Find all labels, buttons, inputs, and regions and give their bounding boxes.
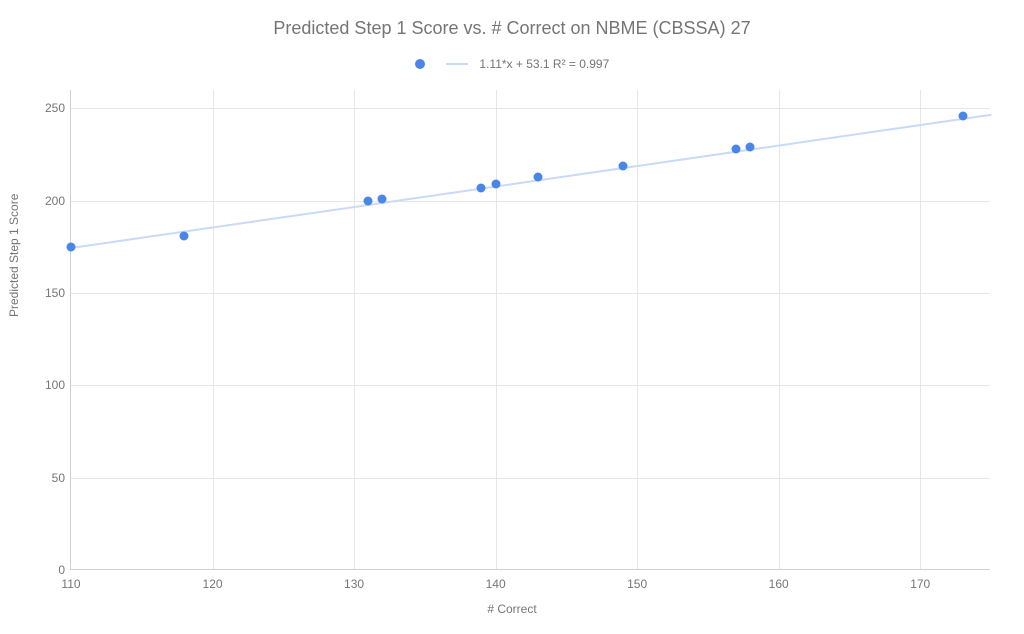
- gridline-h: [71, 293, 990, 294]
- x-tick-label: 150: [627, 577, 647, 591]
- x-tick-label: 120: [203, 577, 223, 591]
- gridline-v: [779, 90, 780, 569]
- x-tick-label: 130: [344, 577, 364, 591]
- data-point: [732, 145, 741, 154]
- gridline-v: [920, 90, 921, 569]
- x-tick-label: 160: [769, 577, 789, 591]
- trendline: [71, 113, 991, 248]
- y-tick-label: 50: [31, 471, 65, 485]
- data-point: [619, 161, 628, 170]
- y-tick-label: 200: [31, 194, 65, 208]
- y-tick-label: 250: [31, 101, 65, 115]
- data-point: [958, 111, 967, 120]
- chart-container: Predicted Step 1 Score vs. # Correct on …: [0, 0, 1024, 634]
- gridline-h: [71, 201, 990, 202]
- legend-point-marker: [415, 59, 425, 69]
- x-tick-label: 110: [61, 577, 80, 591]
- gridline-v: [496, 90, 497, 569]
- y-tick-label: 100: [31, 378, 65, 392]
- data-point: [491, 180, 500, 189]
- plot-area: 050100150200250110120130140150160170: [70, 90, 990, 570]
- gridline-h: [71, 108, 990, 109]
- chart-title: Predicted Step 1 Score vs. # Correct on …: [0, 18, 1024, 39]
- x-tick-label: 170: [910, 577, 930, 591]
- data-point: [364, 196, 373, 205]
- data-point: [477, 183, 486, 192]
- data-point: [67, 242, 76, 251]
- y-tick-label: 0: [31, 563, 65, 577]
- gridline-v: [213, 90, 214, 569]
- x-tick-label: 140: [486, 577, 506, 591]
- gridline-h: [71, 385, 990, 386]
- gridline-h: [71, 478, 990, 479]
- data-point: [534, 172, 543, 181]
- y-axis-label: Predicted Step 1 Score: [7, 194, 21, 317]
- data-point: [746, 143, 755, 152]
- gridline-v: [637, 90, 638, 569]
- gridline-v: [354, 90, 355, 569]
- chart-legend: 1.11*x + 53.1 R² = 0.997: [0, 56, 1024, 71]
- y-tick-label: 150: [31, 286, 65, 300]
- data-point: [378, 194, 387, 203]
- x-axis-label: # Correct: [0, 602, 1024, 616]
- legend-equation-text: 1.11*x + 53.1 R² = 0.997: [479, 57, 609, 71]
- data-point: [180, 231, 189, 240]
- legend-line-marker: [446, 63, 468, 65]
